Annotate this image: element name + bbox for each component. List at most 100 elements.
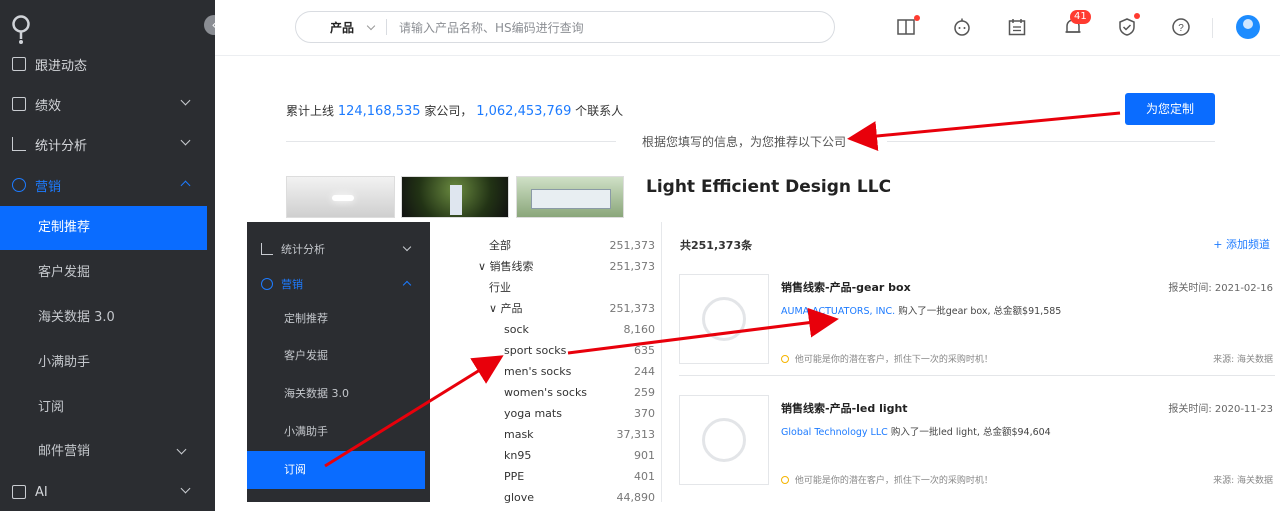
sidebar: 跟进动态 绩效 统计分析 营销 定制推荐 客户发掘 海关数据 3.0 小满助手 … <box>0 0 215 511</box>
chevron-down-icon <box>176 444 187 455</box>
sidebar-item-ai[interactable]: AI <box>0 472 207 511</box>
sidebar-item-label: 统计分析 <box>35 138 88 154</box>
sidebar-item-follow-up[interactable]: 跟进动态 <box>0 44 207 84</box>
overlay-sidebar-subitem-custom-recommend[interactable]: 定制推荐 <box>247 300 425 338</box>
robot-icon[interactable] <box>952 17 972 37</box>
company-count: 124,168,535 <box>337 104 421 119</box>
contact-count-suffix: 个联系人 <box>575 104 624 118</box>
tree-row[interactable]: men's socks 244 <box>475 362 655 382</box>
lead-company-link[interactable]: Global Technology LLC <box>781 427 888 438</box>
tree-row[interactable]: glove 44,890 <box>475 488 655 508</box>
sidebar-subitem-subscription[interactable]: 订阅 <box>0 386 207 430</box>
tree-row[interactable]: ∨ 产品 251,373 <box>475 299 655 319</box>
lead-card[interactable]: 销售线索-产品-gear box 报关时间: 2021-02-16 AUMA A… <box>679 274 1275 392</box>
globe-icon <box>702 418 746 462</box>
overlay-sidebar-subitem-assistant[interactable]: 小满助手 <box>247 413 425 451</box>
sidebar-subitem-custom-recommend[interactable]: 定制推荐 <box>0 206 207 250</box>
add-channel-link[interactable]: + 添加频道 <box>1213 236 1270 252</box>
tree-row[interactable]: yoga mats 370 <box>475 404 655 424</box>
chart-icon <box>12 137 26 151</box>
customize-button[interactable]: 为您定制 <box>1125 93 1215 125</box>
lead-card[interactable]: 销售线索-产品-led light 报关时间: 2020-11-23 Globa… <box>679 395 1275 511</box>
lead-image-placeholder <box>679 395 769 485</box>
building-shape <box>531 189 611 209</box>
sidebar-item-label: 营销 <box>35 179 62 195</box>
divider <box>286 141 616 142</box>
company-name[interactable]: Light Efficient Design LLC <box>646 177 891 197</box>
overlay-sidebar-subitem-customs-data[interactable]: 海关数据 3.0 <box>247 375 425 413</box>
lead-tip-text: 他可能是你的潜在客户，抓住下一次的采购时机！ <box>794 476 993 486</box>
lead-detail: 购入了一批gear box, 总金额$91,585 <box>898 306 1062 317</box>
tree-label: yoga mats <box>504 407 562 420</box>
lead-image-placeholder <box>679 274 769 364</box>
tree-row[interactable]: 行业 <box>475 278 655 298</box>
lead-title[interactable]: 销售线索-产品-gear box <box>781 279 911 295</box>
tree-label: sock <box>504 323 529 336</box>
tree-row[interactable]: women's socks 259 <box>475 383 655 403</box>
sidebar-item-marketing[interactable]: 营销 <box>0 165 207 205</box>
tree-count: 8,160 <box>623 323 656 336</box>
lamp-shape <box>332 195 354 201</box>
avatar[interactable] <box>1236 15 1260 39</box>
tree-label: kn95 <box>504 449 532 462</box>
lead-tip: 他可能是你的潜在客户，抓住下一次的采购时机！ <box>781 473 993 486</box>
company-count-suffix: 家公司， <box>424 104 473 118</box>
chevron-down-icon <box>402 242 412 252</box>
overlay-sidebar: 统计分析 营销 定制推荐 客户发掘 海关数据 3.0 小满助手 订阅 <box>247 222 430 502</box>
tree-count: 259 <box>634 386 655 399</box>
lead-company-link[interactable]: AUMA ACTUATORS, INC. <box>781 306 895 317</box>
sidebar-item-statistics[interactable]: 统计分析 <box>0 124 207 164</box>
search-divider <box>386 19 388 35</box>
tree-row[interactable]: sport socks 635 <box>475 341 655 361</box>
sidebar-subitem-email-marketing[interactable]: 邮件营销 <box>0 430 207 474</box>
overlay-sidebar-subitem-customer-discovery[interactable]: 客户发掘 <box>247 337 425 375</box>
lead-tip-text: 他可能是你的潜在客户，抓住下一次的采购时机！ <box>794 355 993 365</box>
unread-dot <box>1134 13 1140 19</box>
chart-icon <box>261 243 273 255</box>
overlay-sidebar-item-marketing[interactable]: 营销 <box>247 266 430 302</box>
chevron-down-icon <box>180 483 191 494</box>
chevron-down-icon <box>180 95 191 106</box>
summary-prefix: 累计上线 <box>286 104 335 118</box>
overlay-sidebar-item-statistics[interactable]: 统计分析 <box>247 231 430 267</box>
sidebar-item-performance[interactable]: 绩效 <box>0 84 207 124</box>
tree-row[interactable]: kn95 901 <box>475 446 655 466</box>
tree-row[interactable]: mask 37,313 <box>475 425 655 445</box>
lead-title[interactable]: 销售线索-产品-led light <box>781 400 908 416</box>
shield-check-icon[interactable] <box>1117 17 1137 37</box>
book-icon[interactable] <box>896 17 916 37</box>
overlay-sidebar-subitem-subscription[interactable]: 订阅 <box>247 451 425 489</box>
list-icon <box>12 57 26 71</box>
tree-row[interactable]: 全部 251,373 <box>475 236 655 256</box>
ai-icon <box>12 485 26 499</box>
tree-label: sport socks <box>504 344 567 357</box>
sidebar-item-label: AI <box>35 484 48 500</box>
logo-icon <box>12 15 30 44</box>
chevron-up-icon <box>402 280 412 290</box>
tree-row[interactable]: ∨ 销售线索 251,373 <box>475 257 655 277</box>
help-icon[interactable]: ? <box>1171 17 1191 37</box>
chevron-down-icon <box>366 21 376 30</box>
company-photo-3[interactable] <box>516 176 624 218</box>
sidebar-subitem-assistant[interactable]: 小满助手 <box>0 341 207 385</box>
sidebar-subitem-customer-discovery[interactable]: 客户发掘 <box>0 251 207 295</box>
search-bar[interactable]: 产品 请输入产品名称、HS编码进行查询 <box>295 11 835 43</box>
tree-label: 全部 <box>489 239 511 252</box>
search-input[interactable]: 请输入产品名称、HS编码进行查询 <box>399 19 584 36</box>
company-photo-1[interactable] <box>286 176 395 218</box>
sidebar-subitem-customs-data[interactable]: 海关数据 3.0 <box>0 296 207 340</box>
topbar-divider <box>1212 18 1213 38</box>
tree-row[interactable]: PPE 401 <box>475 467 655 487</box>
stats-summary: 累计上线 124,168,535 家公司， 1,062,453,769 个联系人 <box>286 102 623 119</box>
company-photo-2[interactable] <box>401 176 509 218</box>
overlay-screenshot: 统计分析 营销 定制推荐 客户发掘 海关数据 3.0 小满助手 订阅 全部 25… <box>247 222 1280 504</box>
lead-tip: 他可能是你的潜在客户，抓住下一次的采购时机！ <box>781 352 993 365</box>
search-type-select[interactable]: 产品 <box>330 19 354 36</box>
chevron-down-icon <box>180 135 191 146</box>
light-fixture-shape <box>450 185 462 215</box>
tree-count: 251,373 <box>609 260 656 273</box>
target-icon <box>12 178 26 192</box>
tree-row[interactable]: sock 8,160 <box>475 320 655 340</box>
calendar-icon[interactable] <box>1007 17 1027 37</box>
document-icon <box>12 97 26 111</box>
